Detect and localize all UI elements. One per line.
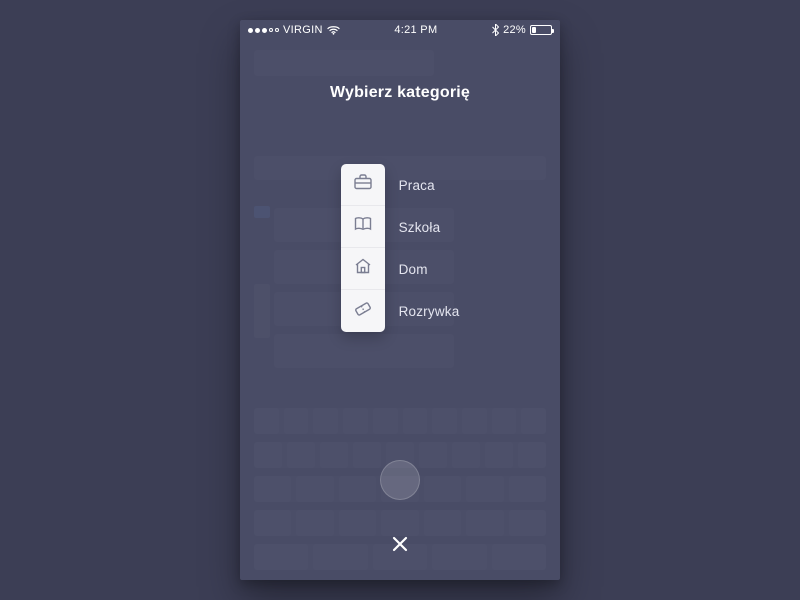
home-icon (353, 257, 373, 280)
category-item-praca[interactable] (341, 164, 385, 206)
phone-frame: VIRGIN 4:21 PM 22% Wybierz katego (240, 20, 560, 580)
ticket-icon (353, 300, 373, 323)
category-item-szkola[interactable] (341, 206, 385, 248)
category-item-dom[interactable] (341, 248, 385, 290)
close-icon (391, 535, 409, 558)
book-icon (353, 215, 373, 238)
category-item-rozrywka[interactable] (341, 290, 385, 332)
category-icon-column (341, 164, 385, 332)
close-button[interactable] (384, 530, 416, 562)
category-label-column: Praca Szkoła Dom Rozrywka (385, 164, 460, 332)
briefcase-icon (353, 173, 373, 196)
overlay-title: Wybierz kategorię (330, 84, 470, 102)
category-list: Praca Szkoła Dom Rozrywka (341, 164, 460, 332)
category-label[interactable]: Praca (399, 164, 460, 206)
category-label[interactable]: Szkoła (399, 206, 460, 248)
category-label[interactable]: Dom (399, 248, 460, 290)
category-label[interactable]: Rozrywka (399, 290, 460, 332)
category-picker-overlay: Wybierz kategorię (240, 20, 560, 580)
drag-handle[interactable] (380, 460, 420, 500)
